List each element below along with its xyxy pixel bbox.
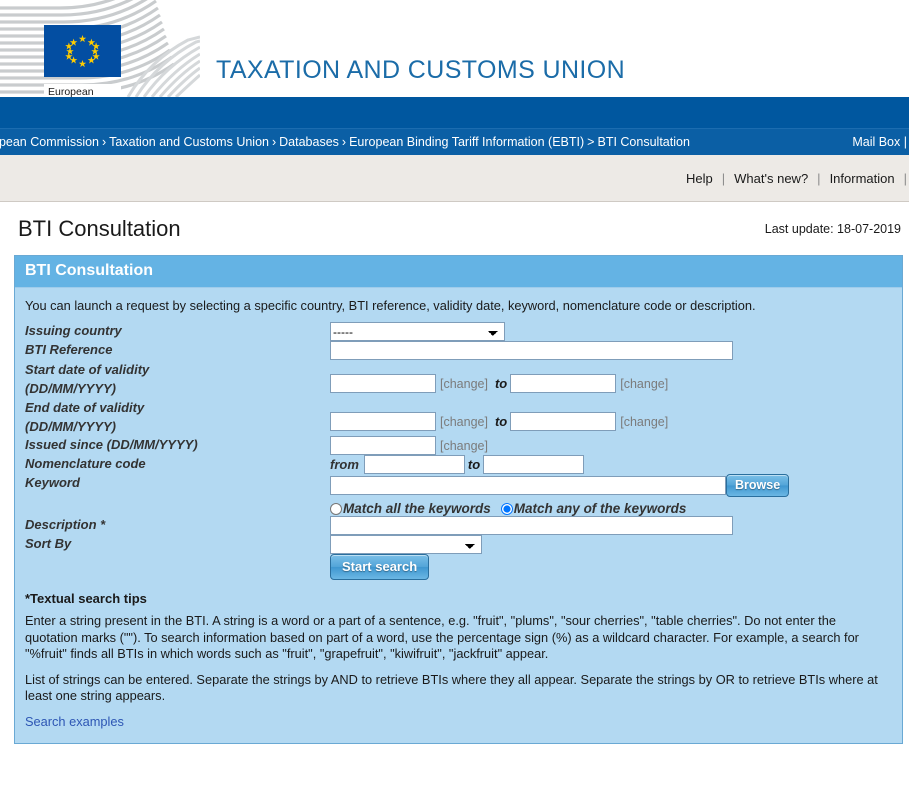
site-banner: European Commission TAXATION AND CUSTOMS…	[0, 0, 909, 97]
page-title: BTI Consultation	[18, 215, 181, 241]
panel-intro-text: You can launch a request by selecting a …	[25, 298, 756, 313]
european-commission-logotype: European Commission	[44, 84, 121, 97]
mailbox-area: Mail Box |	[852, 135, 909, 149]
nomenclature-to-input[interactable]	[483, 455, 585, 474]
end-date-label-line2: (DD/MM/YYYY)	[25, 419, 116, 434]
issuing-country-label: Issuing country	[25, 323, 122, 338]
breadcrumb-item-european-commission[interactable]: opean Commission	[0, 135, 99, 149]
issuing-country-select[interactable]: -----	[330, 322, 505, 341]
end-date-from-change-link[interactable]: [change]	[436, 415, 492, 429]
form-row-keyword: Keyword Browse Match all the keywords Ma…	[25, 474, 892, 516]
start-date-to-change-link[interactable]: [change]	[616, 377, 672, 391]
panel-header: BTI Consultation	[15, 256, 902, 288]
form-row-end-date: End date of validity (DD/MM/YYYY) [chang…	[25, 398, 892, 436]
breadcrumb-arrow-3: ›	[341, 135, 347, 149]
nomenclature-to-word: to	[467, 457, 481, 472]
end-date-to-input[interactable]	[510, 412, 617, 431]
start-search-button[interactable]: Start search	[330, 554, 430, 580]
information-link[interactable]: Information	[821, 171, 904, 186]
end-date-to-change-link[interactable]: [change]	[616, 415, 672, 429]
nomenclature-from-input[interactable]	[363, 455, 465, 474]
breadcrumb-arrow-4: >	[587, 135, 595, 149]
sort-by-select[interactable]	[330, 535, 482, 554]
page-title-row: BTI Consultation Last update: 18-07-2019	[0, 202, 909, 255]
bti-consultation-panel: BTI Consultation You can launch a reques…	[14, 255, 903, 744]
submit-field: Start search	[330, 554, 892, 580]
whats-new-link[interactable]: What's new?	[725, 171, 817, 186]
secondary-nav-row: Help | What's new? | Information |	[0, 155, 909, 202]
bti-reference-field	[330, 341, 892, 360]
start-date-from-input[interactable]	[330, 374, 436, 393]
start-date-label: Start date of validity (DD/MM/YYYY)	[25, 360, 330, 398]
breadcrumb: opean Commission › Taxation and Customs Un…	[0, 135, 690, 149]
end-date-from-input[interactable]	[330, 412, 436, 431]
breadcrumb-item-ebti[interactable]: European Binding Tariff Information (EBT…	[349, 135, 584, 149]
breadcrumb-item-taxation-and-customs-union[interactable]: Taxation and Customs Union	[109, 135, 269, 149]
end-date-label: End date of validity (DD/MM/YYYY)	[25, 398, 330, 436]
form-row-submit: Start search	[25, 554, 892, 580]
match-any-radio[interactable]	[500, 502, 513, 515]
breadcrumb-item-bti-consultation[interactable]: BTI Consultation	[597, 135, 689, 149]
browse-button[interactable]: Browse	[726, 474, 790, 497]
issued-since-field: [change]	[330, 436, 892, 455]
submit-spacer	[25, 554, 330, 580]
description-input[interactable]	[330, 516, 733, 535]
nomenclature-from-word: from	[330, 457, 359, 472]
mail-box-link[interactable]: Mail Box	[852, 135, 900, 149]
help-separator-3: |	[903, 170, 907, 186]
end-date-label-line1: End date of validity	[25, 400, 145, 415]
end-date-field: [change] to [change]	[330, 398, 892, 436]
panel-body: You can launch a request by selecting a …	[15, 288, 902, 743]
form-row-start-date: Start date of validity (DD/MM/YYYY) [cha…	[25, 360, 892, 398]
start-date-field: [change] to [change]	[330, 360, 892, 398]
breadcrumb-arrow-1: ›	[102, 135, 107, 149]
search-form: Issuing country ----- BTI Reference Star…	[25, 322, 892, 580]
keyword-label: Keyword	[25, 475, 80, 490]
breadcrumb-item-databases[interactable]: Databases	[279, 135, 339, 149]
last-update-text: Last update: 18-07-2019	[764, 221, 901, 236]
search-tips-title: *Textual search tips	[25, 591, 147, 606]
end-date-to-word: to	[494, 414, 508, 429]
keyword-field: Browse Match all the keywords Match any …	[330, 474, 892, 516]
start-date-to-input[interactable]	[510, 374, 617, 393]
ec-line-1: European	[48, 86, 94, 97]
form-row-issuing-country: Issuing country -----	[25, 322, 892, 341]
mailbox-separator: |	[903, 135, 907, 149]
bti-reference-input[interactable]	[330, 341, 733, 360]
form-row-bti-reference: BTI Reference	[25, 341, 892, 360]
issued-since-input[interactable]	[330, 436, 436, 455]
search-examples-link[interactable]: Search examples	[25, 714, 124, 729]
form-row-description: Description *	[25, 516, 892, 535]
form-row-nomenclature-code: Nomenclature code from to	[25, 455, 892, 474]
issued-since-label: Issued since (DD/MM/YYYY)	[25, 437, 198, 452]
breadcrumb-bar: opean Commission › Taxation and Customs Un…	[0, 128, 909, 155]
form-row-issued-since: Issued since (DD/MM/YYYY) [change]	[25, 436, 892, 455]
search-tips-paragraph-2: List of strings can be entered. Separate…	[25, 671, 878, 704]
breadcrumb-arrow-2: ›	[271, 135, 277, 149]
description-field	[330, 516, 892, 535]
issued-since-change-link[interactable]: [change]	[436, 439, 492, 453]
eu-flag-icon	[44, 25, 121, 77]
keyword-input[interactable]	[330, 476, 726, 495]
start-date-label-line1: Start date of validity	[25, 362, 150, 377]
form-row-sort-by: Sort By	[25, 535, 892, 554]
issuing-country-field: -----	[330, 322, 892, 341]
nomenclature-code-label: Nomenclature code	[25, 456, 146, 471]
keyword-match-options: Match all the keywords Match any of the …	[330, 497, 892, 516]
match-all-label: Match all the keywords	[343, 501, 491, 516]
description-label: Description *	[25, 517, 106, 532]
search-tips-paragraph-1: Enter a string present in the BTI. A str…	[25, 613, 859, 661]
start-date-from-change-link[interactable]: [change]	[436, 377, 492, 391]
nav-blue-band	[0, 97, 909, 128]
help-link[interactable]: Help	[677, 171, 722, 186]
nomenclature-code-field: from to	[330, 455, 892, 474]
sort-by-field	[330, 535, 892, 554]
sort-by-label: Sort By	[25, 536, 72, 551]
start-date-label-line2: (DD/MM/YYYY)	[25, 381, 116, 396]
bti-reference-label: BTI Reference	[25, 342, 113, 357]
site-title: TAXATION AND CUSTOMS UNION	[216, 56, 626, 84]
start-date-to-word: to	[494, 376, 508, 391]
match-any-label: Match any of the keywords	[513, 501, 687, 516]
match-all-radio[interactable]	[330, 502, 342, 515]
